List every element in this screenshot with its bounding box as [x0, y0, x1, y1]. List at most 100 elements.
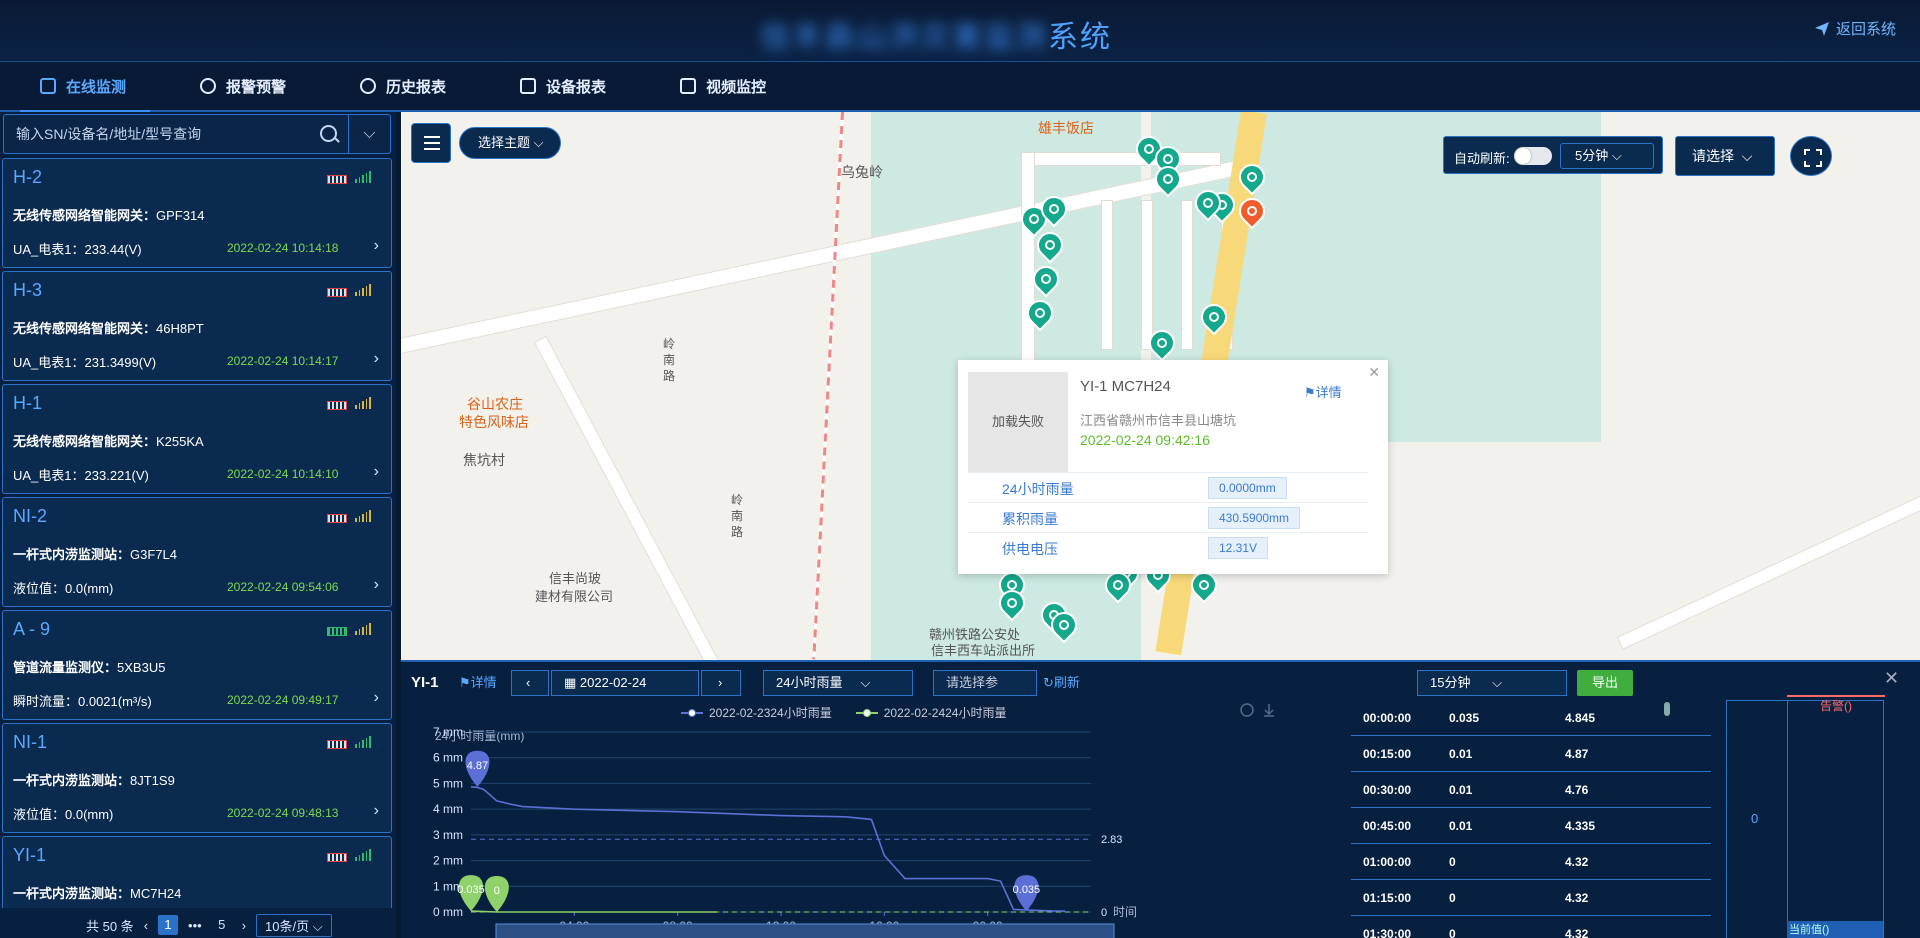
device-card[interactable]: YI-1一杆式内涝监测站：MC7H2424小时雨量：0.0000(mm)2022… — [2, 836, 392, 908]
device-map-pin[interactable] — [1031, 226, 1069, 266]
rainfall-chart[interactable]: 24小时雨量(mm)0 mm1 mm2 mm3 mm4 mm5 mm6 mm7 … — [401, 702, 1301, 938]
pin-icon — [1163, 154, 1173, 164]
table-row[interactable]: 01:15:00 0 4.32 — [1351, 880, 1711, 916]
device-map-pin[interactable] — [1233, 192, 1271, 232]
table-cell: 00:00:00 — [1363, 710, 1412, 725]
data-marker[interactable]: 0 — [484, 876, 509, 912]
table-cell: 4.87 — [1565, 746, 1589, 761]
data-marker[interactable]: 0.035 — [1013, 875, 1041, 912]
chevron-right-icon[interactable]: › — [374, 350, 379, 368]
table-cell: 4.32 — [1565, 926, 1589, 938]
device-time: 2022-02-24 09:49:17 — [227, 693, 339, 707]
page-5[interactable]: 5 — [212, 915, 232, 935]
signal-icon — [355, 397, 371, 409]
table-row[interactable]: 01:00:00 0 4.32 — [1351, 844, 1711, 880]
table-cell: 0 — [1449, 926, 1456, 938]
chevron-right-icon[interactable]: › — [374, 689, 379, 707]
search-input[interactable]: 输入SN/设备名/地址/型号查询 — [4, 115, 308, 153]
page-1[interactable]: 1 — [158, 915, 179, 935]
page-size-select[interactable]: 10条/页 ⌵ — [256, 913, 332, 937]
table-row[interactable]: 00:00:00 0.035 4.845 — [1351, 700, 1711, 736]
device-map-pin[interactable] — [1185, 566, 1223, 606]
interval-select[interactable]: 15分钟 ⌵ — [1417, 670, 1567, 696]
device-map-pin[interactable] — [1099, 566, 1137, 606]
device-map-pin[interactable] — [1045, 606, 1083, 646]
device-name: NI-2 — [13, 506, 48, 526]
nav-tab-3[interactable]: 设备报表 — [480, 61, 640, 111]
device-map-pin[interactable] — [1027, 260, 1065, 300]
next-date-button[interactable]: › — [701, 670, 741, 696]
panel-detail-link[interactable]: ⚑详情 — [459, 670, 497, 696]
device-card[interactable]: A - 9 管道流量监测仪：5XB3U5 瞬时流量：0.0021(m³/s) 2022… — [2, 610, 392, 720]
device-map-pin[interactable] — [1233, 158, 1271, 198]
device-map-pin[interactable] — [1189, 184, 1227, 224]
history-panel: YI-1 ⚑详情 ‹ ▦ 2022-02-24 › 24小时雨量 ⌵ 请选择参 … — [401, 660, 1920, 938]
close-icon[interactable]: ✕ — [1884, 668, 1899, 689]
pick-select[interactable]: 请选择 ⌵ — [1675, 136, 1775, 176]
table-row[interactable]: 00:15:00 0.01 4.87 — [1351, 736, 1711, 772]
device-map-pin[interactable] — [1143, 324, 1181, 364]
chart-board-icon — [520, 78, 537, 94]
download-icon[interactable] — [1264, 704, 1274, 717]
prev-page-button[interactable]: ‹ — [144, 918, 148, 933]
chevron-down-icon[interactable]: ⌵ — [348, 115, 390, 153]
device-map-pin[interactable] — [1021, 294, 1059, 334]
popup-device-name: YI-1 MC7H24 — [1080, 378, 1171, 395]
device-metric: 瞬时流量：0.0021(m³/s) — [13, 694, 152, 709]
prev-date-button[interactable]: ‹ — [511, 670, 549, 696]
table-row[interactable]: 01:30:00 0 4.32 — [1351, 916, 1711, 938]
filter-button[interactable] — [411, 123, 451, 163]
nav-tab-4[interactable]: 视频监控 — [640, 61, 800, 111]
chevron-right-icon[interactable]: › — [374, 576, 379, 594]
device-card[interactable]: H-2 无线传感网络智能网关：GPF314 UA_电表1：233.44(V) 2022… — [2, 158, 392, 268]
chevron-right-icon[interactable]: › — [374, 237, 379, 255]
device-card[interactable]: NI-2 一杆式内涝监测站：G3F7L4 液位值：0.0(mm) 2022-02-24… — [2, 497, 392, 607]
marker-label: 4.87 — [467, 760, 488, 772]
chevron-right-icon[interactable]: › — [374, 802, 379, 820]
nav-tab-0[interactable]: 在线监测 — [0, 61, 160, 113]
device-map-pin[interactable] — [1035, 190, 1073, 230]
chevron-right-icon[interactable]: › — [374, 463, 379, 481]
map-label: 岭南路 — [663, 337, 676, 383]
device-card[interactable]: H-3 无线传感网络智能网关：46H8PT UA_电表1：231.3499(V) 20… — [2, 271, 392, 381]
search-icon[interactable] — [308, 115, 348, 153]
y-tick-label: 4 mm — [433, 802, 463, 816]
device-map-pin[interactable] — [1195, 298, 1233, 338]
param-select[interactable]: 请选择参 — [933, 670, 1037, 696]
data-marker[interactable]: 4.87 — [465, 750, 490, 787]
table-row[interactable]: 00:30:00 0.01 4.76 — [1351, 772, 1711, 808]
table-scrollbar[interactable] — [1664, 702, 1670, 716]
main-nav: 在线监测 报警预警 历史报表 设备报表 视频监控 — [0, 61, 1920, 113]
page-ellipsis[interactable]: ••• — [188, 918, 202, 933]
table-cell: 00:30:00 — [1363, 782, 1412, 797]
table-row[interactable]: 00:45:00 0.01 4.335 — [1351, 808, 1711, 844]
table-cell: 01:00:00 — [1363, 854, 1412, 869]
pin-icon — [1113, 580, 1123, 590]
device-name: H-1 — [13, 393, 43, 413]
device-map-pin[interactable] — [1149, 160, 1187, 200]
theme-select[interactable]: 选择主题 ⌵ — [459, 127, 561, 159]
device-card[interactable]: NI-1 一杆式内涝监测站：8JT1S9 液位值：0.0(mm) 2022-02-24… — [2, 723, 392, 833]
device-map-pin[interactable] — [993, 584, 1031, 624]
date-picker[interactable]: ▦ 2022-02-24 — [551, 670, 699, 696]
fullscreen-icon[interactable] — [1790, 136, 1832, 176]
zoom-slider[interactable] — [495, 923, 1115, 938]
refresh-interval-select[interactable]: 5分钟 ⌵ — [1560, 143, 1654, 169]
table-cell: 01:15:00 — [1363, 890, 1412, 905]
map-road — [1141, 200, 1153, 350]
restore-icon[interactable] — [1240, 703, 1254, 717]
close-icon[interactable]: ✕ — [1368, 364, 1380, 381]
metric-select[interactable]: 24小时雨量 ⌵ — [763, 670, 913, 696]
signal-icon — [355, 510, 371, 522]
nav-tab-1[interactable]: 报警预警 — [160, 61, 320, 111]
auto-refresh-toggle[interactable] — [1514, 147, 1552, 165]
popup-detail-link[interactable]: ⚑详情 — [1304, 382, 1342, 401]
next-page-button[interactable]: › — [242, 918, 246, 933]
back-system-button[interactable]: 返回系统 — [1814, 18, 1896, 39]
export-button[interactable]: 导出 — [1577, 670, 1633, 696]
refresh-button[interactable]: ↻刷新 — [1043, 670, 1080, 696]
nav-tab-2[interactable]: 历史报表 — [320, 61, 480, 111]
device-card[interactable]: H-1 无线传感网络智能网关：K255KA UA_电表1：233.221(V) 202… — [2, 384, 392, 494]
map-label: 信丰西车站派出所 — [931, 643, 1036, 658]
device-time: 2022-02-24 09:48:13 — [227, 806, 339, 820]
